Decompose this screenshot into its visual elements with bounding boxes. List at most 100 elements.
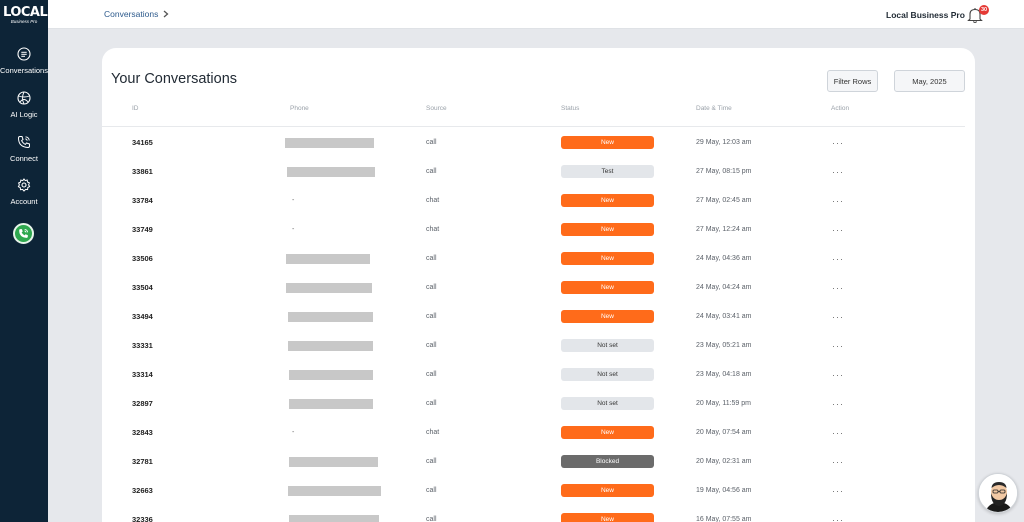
row-action-menu-button[interactable]: ··· (832, 157, 844, 186)
page-title: Your Conversations (111, 71, 238, 87)
row-action-menu-button[interactable]: ··· (832, 273, 844, 302)
row-source: call (426, 284, 437, 291)
table-row[interactable]: 32843 - chat New 20 May, 07:54 am ··· (102, 418, 965, 447)
row-source: call (426, 458, 437, 465)
row-id: 33494 (132, 312, 153, 321)
phone-text: - (292, 197, 295, 204)
app-logo[interactable]: LOCAL Business Pro (3, 6, 48, 25)
row-phone (285, 447, 378, 476)
column-header-action: Action (831, 105, 850, 112)
row-phone (285, 244, 370, 273)
call-button[interactable] (13, 223, 34, 244)
sidebar-item-conversations[interactable]: Conversations (0, 47, 48, 75)
status-badge[interactable]: New (561, 281, 654, 294)
row-action-menu-button[interactable]: ··· (832, 360, 844, 389)
table-row[interactable]: 32336 call New 16 May, 07:55 am ··· (102, 505, 965, 522)
table-row[interactable]: 33314 call Not set 23 May, 04:18 am ··· (102, 360, 965, 389)
status-badge[interactable]: Not set (561, 397, 654, 410)
column-header-date-time: Date & Time (696, 105, 732, 112)
account-name[interactable]: Local Business Pro (886, 10, 965, 20)
table-row[interactable]: 33331 call Not set 23 May, 05:21 am ··· (102, 331, 965, 360)
status-badge[interactable]: Blocked (561, 455, 654, 468)
row-action-menu-button[interactable]: ··· (832, 128, 844, 157)
status-badge[interactable]: New (561, 136, 654, 149)
row-phone: - (285, 186, 294, 215)
sidebar-item-account[interactable]: Account (0, 178, 48, 206)
column-header-id: ID (132, 105, 139, 112)
row-action-menu-button[interactable]: ··· (832, 476, 844, 505)
filter-rows-button[interactable]: Filter Rows (827, 70, 878, 92)
row-source: call (426, 400, 437, 407)
redacted-phone-mask (285, 137, 374, 148)
status-badge[interactable]: Not set (561, 339, 654, 352)
redacted-phone-mask (287, 166, 375, 177)
breadcrumb[interactable]: Conversations (104, 9, 169, 19)
row-action-menu-button[interactable]: ··· (832, 389, 844, 418)
row-status: New (561, 302, 654, 331)
row-status: New (561, 128, 654, 157)
row-phone: - (285, 418, 294, 447)
row-action-menu-button[interactable]: ··· (832, 215, 844, 244)
row-phone (285, 157, 375, 186)
status-badge[interactable]: New (561, 484, 654, 497)
row-phone (285, 476, 381, 505)
table-row[interactable]: 33494 call New 24 May, 03:41 am ··· (102, 302, 965, 331)
row-status: Not set (561, 360, 654, 389)
status-badge[interactable]: New (561, 513, 654, 522)
table-row[interactable]: 33506 call New 24 May, 04:36 am ··· (102, 244, 965, 273)
status-badge[interactable]: Not set (561, 368, 654, 381)
sidebar-item-ai-logic[interactable]: AI Logic (0, 91, 48, 119)
row-id: 33331 (132, 341, 153, 350)
chevron-right-icon (163, 10, 169, 18)
row-action-menu-button[interactable]: ··· (832, 244, 844, 273)
month-select-button[interactable]: May, 2025 (894, 70, 965, 92)
row-datetime: 27 May, 08:15 pm (696, 168, 752, 175)
row-id: 32663 (132, 486, 153, 495)
row-id: 32781 (132, 457, 153, 466)
row-id: 33861 (132, 167, 153, 176)
row-id: 33314 (132, 370, 153, 379)
table-row[interactable]: 32663 call New 19 May, 04:56 am ··· (102, 476, 965, 505)
row-datetime: 19 May, 04:56 am (696, 487, 752, 494)
row-action-menu-button[interactable]: ··· (832, 186, 844, 215)
status-badge[interactable]: New (561, 223, 654, 236)
row-action-menu-button[interactable]: ··· (832, 331, 844, 360)
redacted-phone-mask (289, 398, 373, 409)
row-datetime: 23 May, 04:18 am (696, 371, 752, 378)
status-badge[interactable]: New (561, 252, 654, 265)
row-source: chat (426, 429, 440, 436)
row-phone (285, 360, 373, 389)
row-datetime: 20 May, 07:54 am (696, 429, 752, 436)
status-badge[interactable]: New (561, 194, 654, 207)
row-action-menu-button[interactable]: ··· (832, 418, 844, 447)
table-row[interactable]: 32897 call Not set 20 May, 11:59 pm ··· (102, 389, 965, 418)
status-badge[interactable]: New (561, 310, 654, 323)
table-row[interactable]: 33861 call Test 27 May, 08:15 pm ··· (102, 157, 965, 186)
table-row[interactable]: 34165 call New 29 May, 12:03 am ··· (102, 128, 965, 157)
row-source: call (426, 371, 437, 378)
sidebar-item-connect[interactable]: Connect (0, 135, 48, 163)
row-action-menu-button[interactable]: ··· (832, 505, 844, 522)
row-id: 32843 (132, 428, 153, 437)
row-datetime: 29 May, 12:03 am (696, 139, 752, 146)
row-id: 32336 (132, 515, 153, 522)
row-status: New (561, 215, 654, 244)
support-chat-widget[interactable] (978, 473, 1018, 513)
table-row[interactable]: 33504 call New 24 May, 04:24 am ··· (102, 273, 965, 302)
row-action-menu-button[interactable]: ··· (832, 302, 844, 331)
status-badge[interactable]: Test (561, 165, 654, 178)
redacted-phone-mask (289, 456, 378, 467)
row-phone (285, 128, 374, 157)
notifications-button[interactable]: 30 (966, 5, 989, 24)
row-phone (285, 302, 373, 331)
row-status: New (561, 476, 654, 505)
table-row[interactable]: 33784 - chat New 27 May, 02:45 am ··· (102, 186, 965, 215)
table-row[interactable]: 33749 - chat New 27 May, 12:24 am ··· (102, 215, 965, 244)
row-source: chat (426, 226, 440, 233)
row-datetime: 23 May, 05:21 am (696, 342, 752, 349)
breadcrumb-conversations[interactable]: Conversations (104, 9, 158, 19)
status-badge[interactable]: New (561, 426, 654, 439)
table-row[interactable]: 32781 call Blocked 20 May, 02:31 am ··· (102, 447, 965, 476)
row-action-menu-button[interactable]: ··· (832, 447, 844, 476)
row-id: 33506 (132, 254, 153, 263)
